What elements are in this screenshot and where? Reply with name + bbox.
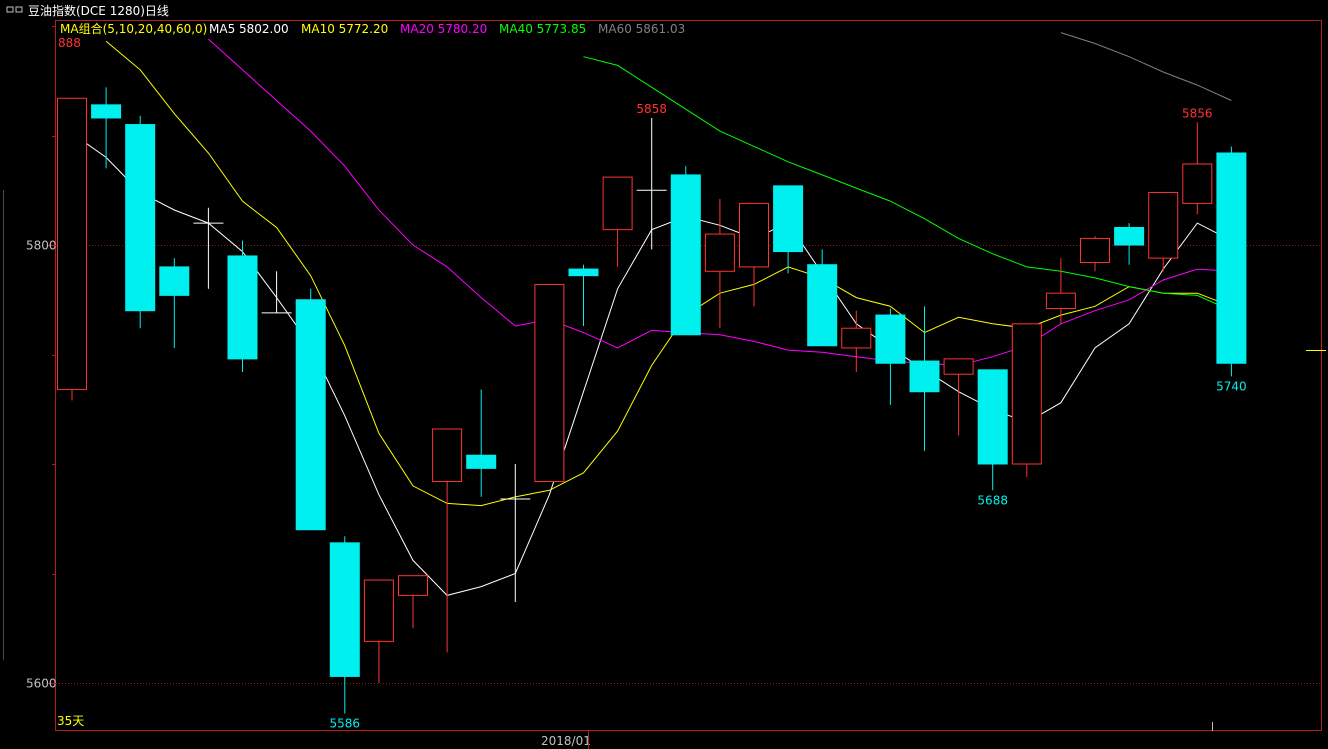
candle[interactable] (91, 87, 122, 169)
candle[interactable] (500, 464, 531, 602)
candle-body (1216, 152, 1247, 364)
chart-title: 豆油指数(DCE 1280)日线 (28, 3, 169, 18)
extreme-price-label: 5688 (977, 493, 1008, 507)
candle-body (329, 542, 360, 677)
ma10-legend: MA10 5772.20 (301, 22, 388, 36)
candle-body (91, 104, 122, 119)
extreme-price-label: 5856 (1182, 106, 1213, 120)
candlestick-chart[interactable]: 豆油指数(DCE 1280)日线 MA组合(5,10,20,40,60,0) M… (0, 0, 1328, 749)
candle-body (295, 299, 326, 531)
candle-body (943, 358, 974, 375)
candle[interactable] (1114, 223, 1145, 265)
candle-body (670, 174, 701, 336)
candle-body (739, 202, 769, 268)
candle-body (1182, 163, 1213, 204)
candle-body (159, 266, 190, 296)
candle[interactable] (261, 271, 292, 314)
y-tick-label: 5600 (26, 677, 57, 691)
candle-body (57, 97, 87, 391)
candle-body (125, 124, 156, 312)
candle[interactable] (193, 207, 224, 289)
candle-body (841, 327, 872, 349)
candle[interactable] (773, 185, 804, 274)
candle-body (909, 360, 940, 393)
candle[interactable] (159, 258, 190, 348)
ma-line-ma10 (105, 40, 1232, 507)
candle[interactable] (807, 249, 838, 347)
candle[interactable] (841, 310, 872, 373)
candle[interactable] (329, 536, 360, 714)
candle-body (704, 233, 735, 272)
extreme-price-label: 5740 (1216, 379, 1247, 393)
extreme-price-label: 5858 (636, 102, 667, 116)
candle-body (466, 454, 497, 469)
candle[interactable] (1182, 122, 1213, 215)
candle-body (977, 369, 1008, 465)
candle[interactable] (568, 264, 599, 327)
ma-line-ma60 (1060, 32, 1232, 101)
candle-body (602, 176, 633, 231)
candle-body (398, 575, 428, 596)
candle-body (1011, 323, 1042, 465)
candle-body (534, 283, 565, 483)
candle[interactable] (1080, 236, 1110, 272)
candle-body (773, 185, 804, 253)
candle[interactable] (57, 97, 87, 401)
candle[interactable] (466, 389, 497, 497)
candle[interactable] (739, 202, 769, 307)
x-date-label: 2018/01 (541, 734, 591, 748)
candle-body (1114, 226, 1145, 246)
candle[interactable] (1216, 146, 1247, 377)
candle-body (432, 428, 463, 483)
candle[interactable] (534, 283, 565, 483)
candle-body (568, 268, 599, 277)
ma40-legend: MA40 5773.85 (499, 22, 586, 36)
candle[interactable] (1045, 258, 1076, 324)
extreme-price-label: 5586 (330, 717, 361, 731)
candle[interactable] (602, 176, 633, 267)
candle[interactable] (1148, 191, 1179, 272)
candle[interactable] (636, 117, 667, 250)
candle-body (807, 264, 838, 347)
candle-body (1148, 191, 1179, 259)
title-bar (0, 0, 1328, 20)
candle[interactable] (295, 288, 326, 531)
y-tick-label: 5800 (26, 239, 57, 253)
candle[interactable] (704, 199, 735, 329)
candle[interactable] (670, 166, 701, 336)
candle[interactable] (227, 240, 258, 373)
candle-body (1045, 292, 1076, 310)
candle[interactable] (875, 308, 906, 405)
candle-body (227, 255, 258, 360)
candle-body (1080, 237, 1110, 264)
candle[interactable] (1011, 323, 1042, 478)
candle[interactable] (363, 579, 394, 683)
candle[interactable] (432, 428, 463, 653)
top-cut-label: 888 (58, 36, 81, 50)
candle-body (363, 579, 394, 642)
ma20-legend: MA20 5780.20 (400, 22, 487, 36)
candle[interactable] (398, 575, 428, 629)
candle[interactable] (977, 369, 1008, 491)
ma5-legend: MA5 5802.00 (209, 22, 289, 36)
ma60-legend: MA60 5861.03 (598, 22, 685, 36)
candle[interactable] (125, 115, 156, 329)
candle-body (875, 314, 906, 364)
ma-group-label: MA组合(5,10,20,40,60,0) (60, 21, 207, 36)
period-label: 35天 (57, 714, 84, 728)
